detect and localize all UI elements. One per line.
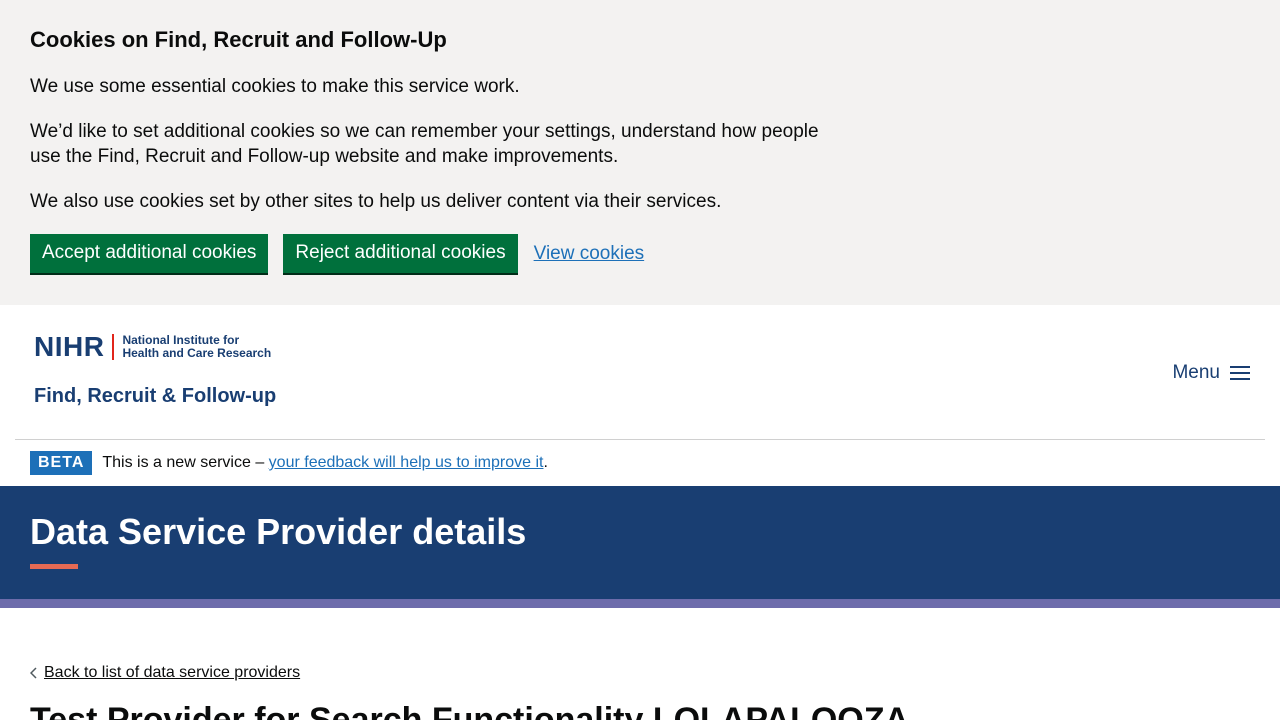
cookie-banner: Cookies on Find, Recruit and Follow-Up W… bbox=[0, 0, 1280, 305]
logo-abbr: NIHR bbox=[34, 331, 105, 362]
page-title-band: Data Service Provider details bbox=[0, 486, 1280, 599]
phase-text: This is a new service – bbox=[102, 454, 265, 471]
phase-tag: BETA bbox=[30, 451, 93, 475]
menu-label: Menu bbox=[1172, 362, 1220, 383]
back-link-wrapper: Back to list of data service providers bbox=[30, 664, 1250, 682]
chevron-left-icon bbox=[30, 667, 37, 679]
logo-institute-name: National Institute for Health and Care R… bbox=[122, 334, 271, 360]
provider-title: Test Provider for Search Functionality L… bbox=[30, 701, 910, 720]
page-title: Data Service Provider details bbox=[30, 511, 527, 552]
reject-cookies-button[interactable]: Reject additional cookies bbox=[283, 234, 518, 273]
view-cookies-link[interactable]: View cookies bbox=[534, 243, 645, 265]
main-content: Back to list of data service providers T… bbox=[0, 608, 1280, 720]
title-accent-bar bbox=[30, 564, 78, 569]
logo-line-1: National Institute for bbox=[122, 333, 240, 347]
hamburger-icon bbox=[1230, 366, 1250, 380]
back-link[interactable]: Back to list of data service providers bbox=[44, 664, 300, 682]
cookie-text-essential: We use some essential cookies to make th… bbox=[30, 76, 520, 97]
nihr-logo: NIHR National Institute for Health and C… bbox=[34, 333, 276, 361]
logo-divider bbox=[112, 334, 115, 360]
logo-line-2: Health and Care Research bbox=[122, 346, 272, 360]
phase-suffix: . bbox=[543, 454, 548, 471]
cookie-banner-title: Cookies on Find, Recruit and Follow-Up bbox=[30, 27, 447, 52]
cookie-text-additional: We’d like to set additional cookies so w… bbox=[30, 121, 819, 167]
feedback-link[interactable]: your feedback will help us to improve it bbox=[269, 454, 544, 472]
site-logo[interactable]: NIHR National Institute for Health and C… bbox=[34, 333, 276, 408]
service-name: Find, Recruit & Follow-up bbox=[34, 385, 277, 407]
phase-banner: BETA This is a new service – your feedba… bbox=[0, 440, 1280, 486]
menu-button[interactable]: Menu bbox=[1172, 362, 1250, 384]
header-divider bbox=[15, 439, 1265, 440]
cookie-actions: Accept additional cookies Reject additio… bbox=[30, 234, 1250, 273]
accent-strip bbox=[0, 599, 1280, 608]
accept-cookies-button[interactable]: Accept additional cookies bbox=[30, 234, 269, 273]
site-header: NIHR National Institute for Health and C… bbox=[0, 305, 1280, 440]
cookie-text-third-party: We also use cookies set by other sites t… bbox=[30, 191, 722, 212]
